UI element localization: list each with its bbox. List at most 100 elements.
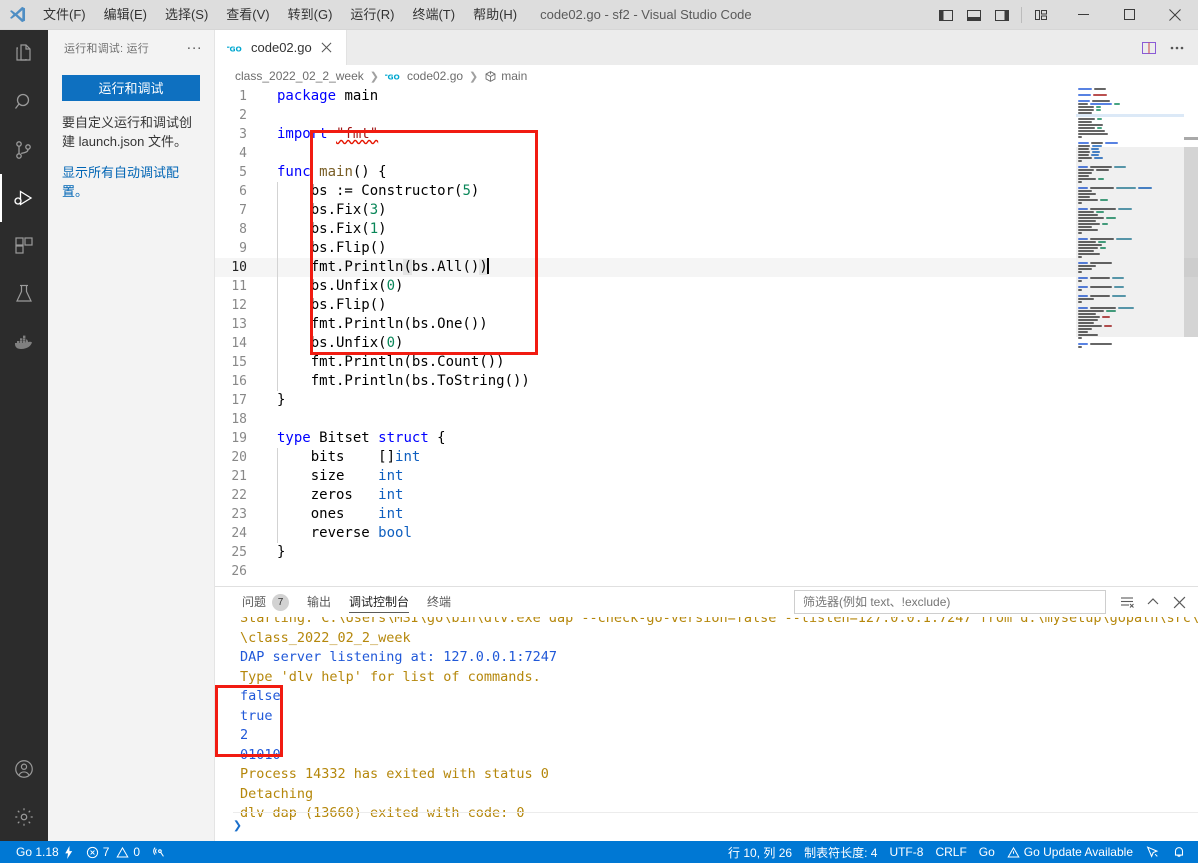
code-line[interactable]: 8 bs.Fix(1) <box>215 220 1198 239</box>
code-editor[interactable]: 1 package main 2 3 import "fmt" 4 5 func main()… <box>215 87 1198 586</box>
sidebar-item-docker[interactable] <box>0 318 48 366</box>
line-number: 10 <box>231 260 247 275</box>
code-line[interactable]: 15 fmt.Println(bs.Count()) <box>215 353 1198 372</box>
code-line[interactable]: 3 import "fmt" <box>215 125 1198 144</box>
debug-console-output[interactable]: Starting: C:\Users\MSI\go\bin\dlv.exe da… <box>215 617 1198 841</box>
menu-go[interactable]: 转到(G) <box>279 0 342 30</box>
indent-guide <box>277 220 278 239</box>
manage-settings-button[interactable] <box>0 793 48 841</box>
code-line[interactable]: 25} <box>215 543 1198 562</box>
editor-vertical-scrollbar[interactable] <box>1184 87 1198 586</box>
toolbar-divider <box>1021 6 1022 23</box>
maximize-button[interactable] <box>1106 0 1152 30</box>
error-icon <box>86 846 99 859</box>
accounts-button[interactable] <box>0 745 48 793</box>
status-encoding[interactable]: UTF-8 <box>883 841 929 863</box>
minimize-button[interactable] <box>1060 0 1106 30</box>
more-actions-icon[interactable] <box>1164 35 1190 61</box>
editor-tab-code02-go[interactable]: GO code02.go <box>215 30 347 65</box>
toggle-primary-sidebar-icon[interactable] <box>933 2 959 28</box>
filter-input[interactable] <box>801 594 1099 610</box>
code-line[interactable]: 21 size int <box>215 467 1198 486</box>
toggle-secondary-sidebar-icon[interactable] <box>989 2 1015 28</box>
code-line[interactable]: 2 <box>215 106 1198 125</box>
close-button[interactable] <box>1152 0 1198 30</box>
status-cursor-position[interactable]: 行 10, 列 26 <box>722 841 798 863</box>
code-line[interactable]: 26 <box>215 562 1198 581</box>
menu-terminal[interactable]: 终端(T) <box>403 0 464 30</box>
sidebar-item-search[interactable] <box>0 78 48 126</box>
menu-edit[interactable]: 编辑(E) <box>95 0 156 30</box>
status-notifications[interactable] <box>1166 841 1192 863</box>
tab-debug-console[interactable]: 调试控制台 <box>340 587 418 617</box>
code-line[interactable]: 6 bs := Constructor(5) <box>215 182 1198 201</box>
code-line[interactable]: 17} <box>215 391 1198 410</box>
code-line[interactable]: 19 type Bitset struct { <box>215 429 1198 448</box>
menu-help[interactable]: 帮助(H) <box>464 0 526 30</box>
title-bar-controls <box>933 0 1198 30</box>
breadcrumb-item-folder[interactable]: class_2022_02_2_week <box>235 69 364 83</box>
status-remote[interactable] <box>146 841 173 863</box>
run-and-debug-button[interactable]: 运行和调试 <box>62 75 200 101</box>
split-editor-icon[interactable] <box>1136 35 1162 61</box>
debug-console-input[interactable]: ❯ <box>233 816 242 836</box>
tab-problems[interactable]: 问题 7 <box>233 587 298 617</box>
sidebar-item-source-control[interactable] <box>0 126 48 174</box>
code-line[interactable]: 14 bs.Unfix(0) <box>215 334 1198 353</box>
code-line[interactable]: 18 <box>215 410 1198 429</box>
breadcrumb-item-symbol[interactable]: main <box>484 69 527 83</box>
code-line[interactable]: 5 func main() { <box>215 163 1198 182</box>
breadcrumb-label-folder: class_2022_02_2_week <box>235 69 364 83</box>
sidebar-item-explorer[interactable] <box>0 30 48 78</box>
show-all-automatic-debug-configs-link[interactable]: 显示所有自动调试配置。 <box>62 163 200 201</box>
code-line-text: bs := Constructor(5) <box>277 182 480 201</box>
sidebar-item-extensions[interactable] <box>0 222 48 270</box>
code-line[interactable]: 23 ones int <box>215 505 1198 524</box>
menu-file[interactable]: 文件(F) <box>34 0 95 30</box>
editor-scrollbar-thumb[interactable] <box>1184 147 1198 337</box>
code-line[interactable]: 22 zeros int <box>215 486 1198 505</box>
menu-view[interactable]: 查看(V) <box>217 0 278 30</box>
code-line[interactable]: 20 bits []int <box>215 448 1198 467</box>
code-line[interactable]: 10 fmt.Println(bs.All()) <box>215 258 1198 277</box>
console-line: \class_2022_02_2_week <box>240 629 411 646</box>
code-line[interactable]: 11 bs.Unfix(0) <box>215 277 1198 296</box>
code-line[interactable]: 4 <box>215 144 1198 163</box>
status-go-version[interactable]: Go 1.18 <box>10 841 80 863</box>
maximize-panel-icon[interactable] <box>1142 591 1164 613</box>
breadcrumb-item-file[interactable]: GO code02.go <box>384 69 463 83</box>
code-content[interactable]: 1 package main 2 3 import "fmt" 4 5 func main()… <box>215 87 1198 586</box>
customize-layout-icon[interactable] <box>1028 2 1054 28</box>
code-line[interactable]: 16 fmt.Println(bs.ToString()) <box>215 372 1198 391</box>
code-line[interactable]: 24 reverse bool <box>215 524 1198 543</box>
code-line[interactable]: 7 bs.Fix(3) <box>215 201 1198 220</box>
status-language-mode[interactable]: Go <box>973 841 1001 863</box>
run-debug-help-text: 要自定义运行和调试创建 launch.json 文件。 <box>62 115 193 149</box>
code-line[interactable]: 13 fmt.Println(bs.One()) <box>215 315 1198 334</box>
tab-output[interactable]: 输出 <box>298 587 340 617</box>
toggle-panel-icon[interactable] <box>961 2 987 28</box>
sidebar-item-testing[interactable] <box>0 270 48 318</box>
menu-selection[interactable]: 选择(S) <box>156 0 217 30</box>
docker-icon <box>12 330 36 354</box>
status-problems[interactable]: 7 0 <box>80 841 146 863</box>
status-feedback[interactable] <box>1139 841 1166 863</box>
close-panel-icon[interactable] <box>1168 591 1190 613</box>
minimap-slider[interactable] <box>1076 147 1184 337</box>
panel-actions <box>794 590 1198 614</box>
tab-debug-console-label: 调试控制台 <box>349 595 410 609</box>
code-line[interactable]: 9 bs.Flip() <box>215 239 1198 258</box>
code-line-text: zeros int <box>277 486 404 505</box>
status-go-update[interactable]: Go Update Available <box>1001 841 1139 863</box>
clear-console-icon[interactable] <box>1116 591 1138 613</box>
code-line[interactable]: 12 bs.Flip() <box>215 296 1198 315</box>
close-icon[interactable] <box>318 39 336 57</box>
menu-run[interactable]: 运行(R) <box>341 0 403 30</box>
debug-console-filter[interactable] <box>794 590 1106 614</box>
tab-terminal[interactable]: 终端 <box>418 587 460 617</box>
status-eol[interactable]: CRLF <box>929 841 972 863</box>
sidebar-more-actions-icon[interactable]: ··· <box>182 40 206 55</box>
sidebar-item-run-and-debug[interactable] <box>0 174 48 222</box>
status-indentation[interactable]: 制表符长度: 4 <box>798 841 883 863</box>
code-line[interactable]: 1 package main <box>215 87 1198 106</box>
